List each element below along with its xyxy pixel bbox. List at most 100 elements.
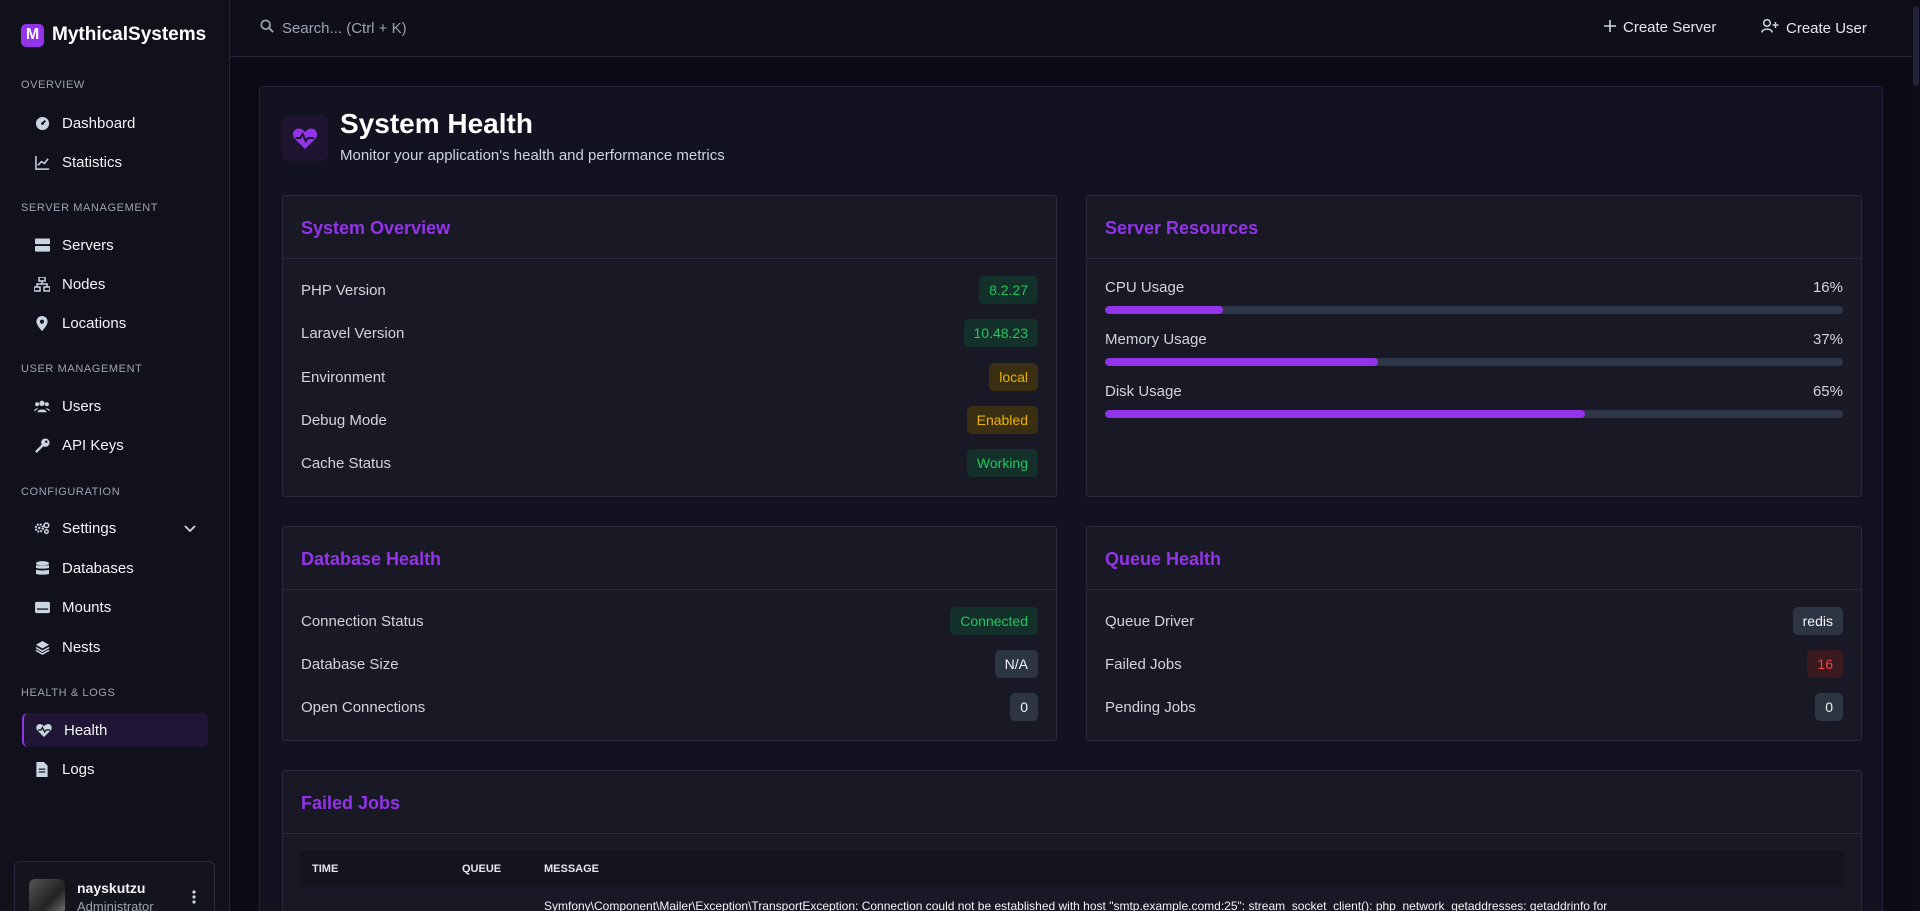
sidebar-item-health[interactable]: Health [22,713,208,747]
card-title: Queue Health [1105,549,1222,569]
scrollbar[interactable] [1912,0,1920,911]
sidebar-item-statistics[interactable]: Statistics [22,145,208,179]
card-title: Database Health [301,549,442,569]
column-header: QUEUE [462,863,502,875]
section-server-management: SERVER MANAGEMENT [21,202,159,214]
sidebar-item-label: Health [64,721,108,739]
sidebar-item-nests[interactable]: Nests [22,630,208,664]
sidebar-item-settings[interactable]: Settings [22,511,208,545]
sidebar-item-label: Settings [62,519,117,537]
page-title: System Health [340,108,533,139]
chart-line-icon [34,154,50,170]
dashboard-icon [34,115,50,131]
column-header: MESSAGE [544,863,600,875]
create-user-button[interactable]: Create User [1761,18,1867,37]
resource-value: 37% [1812,331,1843,348]
sidebar-item-locations[interactable]: Locations [22,306,208,340]
status-badge: 10.48.23 [963,319,1038,347]
progress-fill [1105,306,1224,314]
queue-health-card: Queue Health Queue Driver redis Failed J… [1086,526,1862,741]
user-name: nayskutzu [77,880,146,896]
table-header: TIME QUEUE MESSAGE [301,851,1843,887]
section-health-logs: HEALTH & LOGS [21,687,116,699]
progress-fill [1105,358,1379,366]
card-title: System Overview [301,218,451,238]
status-badge: 8.2.27 [979,276,1038,304]
sidebar-item-label: Statistics [62,153,123,171]
more-vertical-icon[interactable] [192,890,196,907]
server-icon [34,237,50,253]
resource-label: Disk Usage [1105,383,1182,400]
file-icon [34,761,50,777]
section-overview: OVERVIEW [21,79,85,91]
sidebar: M MythicalSystems OVERVIEW Dashboard Sta… [0,0,230,911]
status-badge: 16 [1807,650,1843,678]
sidebar-item-nodes[interactable]: Nodes [22,267,208,301]
heart-pulse-icon [36,722,52,738]
layers-icon [34,639,50,655]
progress-bar [1105,358,1843,366]
sidebar-item-dashboard[interactable]: Dashboard [22,106,208,140]
divider [1087,258,1861,259]
divider [283,833,1861,834]
failed-jobs-card: Failed Jobs TIME QUEUE MESSAGE Symfony\C… [282,770,1862,911]
resource-label: CPU Usage [1105,279,1185,296]
resource-value: 65% [1812,383,1843,400]
sidebar-item-label: Locations [62,314,127,332]
app: M MythicalSystems OVERVIEW Dashboard Sta… [0,0,1920,911]
card-title: Failed Jobs [301,793,401,813]
sidebar-item-label: Servers [62,236,114,254]
sidebar-item-label: Logs [62,760,95,778]
scrollbar-thumb[interactable] [1913,6,1919,86]
row-label: Debug Mode [301,412,387,429]
brand[interactable]: M MythicalSystems [0,0,229,70]
row-label: Laravel Version [301,325,405,342]
column-header: TIME [312,863,339,875]
resource-label: Memory Usage [1105,331,1207,348]
row-label: Connection Status [301,613,424,630]
sidebar-item-databases[interactable]: Databases [22,551,208,585]
sidebar-item-label: API Keys [62,436,124,454]
server-resources-card: Server Resources CPU Usage 16% Memory Us… [1086,195,1862,497]
card-title: Server Resources [1105,218,1259,238]
search-placeholder: Search... (Ctrl + K) [282,19,407,37]
system-overview-card: System Overview PHP Version 8.2.27 Larav… [282,195,1057,497]
database-icon [34,560,50,576]
status-badge: 0 [1815,693,1843,721]
sidebar-item-api-keys[interactable]: API Keys [22,428,208,462]
user-role: Administrator [77,899,154,911]
row-label: Environment [301,369,386,386]
resource-value: 16% [1812,279,1843,296]
search-input[interactable]: Search... (Ctrl + K) [260,19,407,37]
section-configuration: CONFIGURATION [21,486,121,498]
user-card[interactable]: nayskutzu Administrator [14,861,215,911]
chevron-down-icon[interactable] [184,520,196,537]
row-label: Open Connections [301,699,426,716]
sidebar-item-mounts[interactable]: Mounts [22,590,208,624]
map-pin-icon [34,315,50,331]
sidebar-item-label: Users [62,397,102,415]
hard-drive-icon [34,599,50,615]
status-badge: Enabled [966,406,1038,434]
network-icon [34,276,50,292]
sidebar-item-servers[interactable]: Servers [22,228,208,262]
create-user-label: Create User [1786,19,1867,37]
create-server-label: Create Server [1623,19,1717,36]
create-server-button[interactable]: Create Server [1604,19,1716,36]
status-badge: redis [1792,607,1843,635]
sidebar-item-users[interactable]: Users [22,389,208,423]
row-label: Database Size [301,656,399,673]
divider [283,589,1056,590]
status-badge: 0 [1010,693,1038,721]
sidebar-item-logs[interactable]: Logs [22,752,208,786]
row-label: Queue Driver [1105,613,1195,630]
row-label: PHP Version [301,282,386,299]
status-badge: local [989,363,1038,391]
key-icon [34,437,50,453]
plus-icon [1604,19,1616,36]
divider [283,258,1056,259]
brand-logo: M [21,23,44,47]
gears-icon [34,520,50,536]
search-icon [260,19,274,37]
status-badge: N/A [994,650,1038,678]
